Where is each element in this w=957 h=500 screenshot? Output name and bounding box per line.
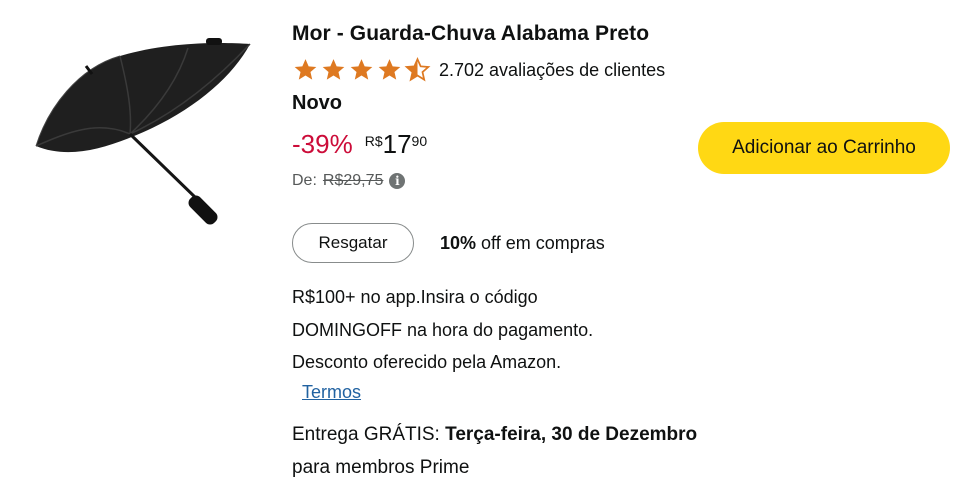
promo-line: R$100+ no app.Insira o código: [292, 287, 538, 307]
promo-description: R$100+ no app.Insira o código DOMINGOFF …: [292, 281, 692, 379]
coupon-text: 10% off em compras: [440, 233, 605, 254]
product-title[interactable]: Mor - Guarda-Chuva Alabama Preto: [292, 22, 649, 46]
add-to-cart-button[interactable]: Adicionar ao Carrinho: [698, 122, 950, 174]
star-rating[interactable]: [292, 57, 431, 83]
condition-label: Novo: [292, 92, 342, 114]
delivery-prefix: Entrega GRÁTIS:: [292, 424, 446, 445]
info-icon[interactable]: i: [389, 173, 406, 189]
review-count-link[interactable]: 2.702 avaliações de clientes: [439, 60, 665, 81]
coupon-percent: 10%: [440, 232, 477, 253]
rating-row: 2.702 avaliações de clientes: [292, 55, 665, 85]
promo-line: Desconto oferecido pela Amazon.: [292, 352, 562, 372]
promo-line: DOMINGOFF na hora do pagamento.: [292, 319, 594, 340]
list-price-label: De:: [292, 172, 317, 189]
discount-percent: -39%: [292, 129, 353, 159]
delivery-date: Terça-feira, 30 de Dezembro: [445, 424, 698, 445]
terms-link[interactable]: Termos: [302, 382, 361, 403]
coupon-suffix: off em compras: [476, 232, 605, 253]
star-icon: [350, 59, 373, 80]
delivery-suffix: para membros Prime: [292, 457, 470, 478]
redeem-coupon-button[interactable]: Resgatar: [292, 223, 414, 263]
delivery-info: Entrega GRÁTIS: Terça-feira, 30 de Dezem…: [292, 418, 712, 484]
price-fraction: 90: [411, 133, 428, 149]
star-icon: [378, 59, 401, 80]
star-icon: [294, 59, 317, 80]
price-row: -39% R$ 17 90: [292, 125, 427, 163]
star-icon: [322, 59, 345, 80]
product-image[interactable]: [28, 28, 258, 238]
price-currency: R$: [364, 133, 383, 149]
list-price: R$29,75: [322, 172, 384, 189]
list-price-row: De: R$29,75 i: [292, 172, 406, 190]
price-whole: 17: [382, 129, 412, 159]
coupon-row: Resgatar 10% off em compras: [292, 223, 605, 263]
product-card: Mor - Guarda-Chuva Alabama Preto 2.702 a…: [0, 0, 957, 500]
half-star-icon: [404, 57, 431, 82]
